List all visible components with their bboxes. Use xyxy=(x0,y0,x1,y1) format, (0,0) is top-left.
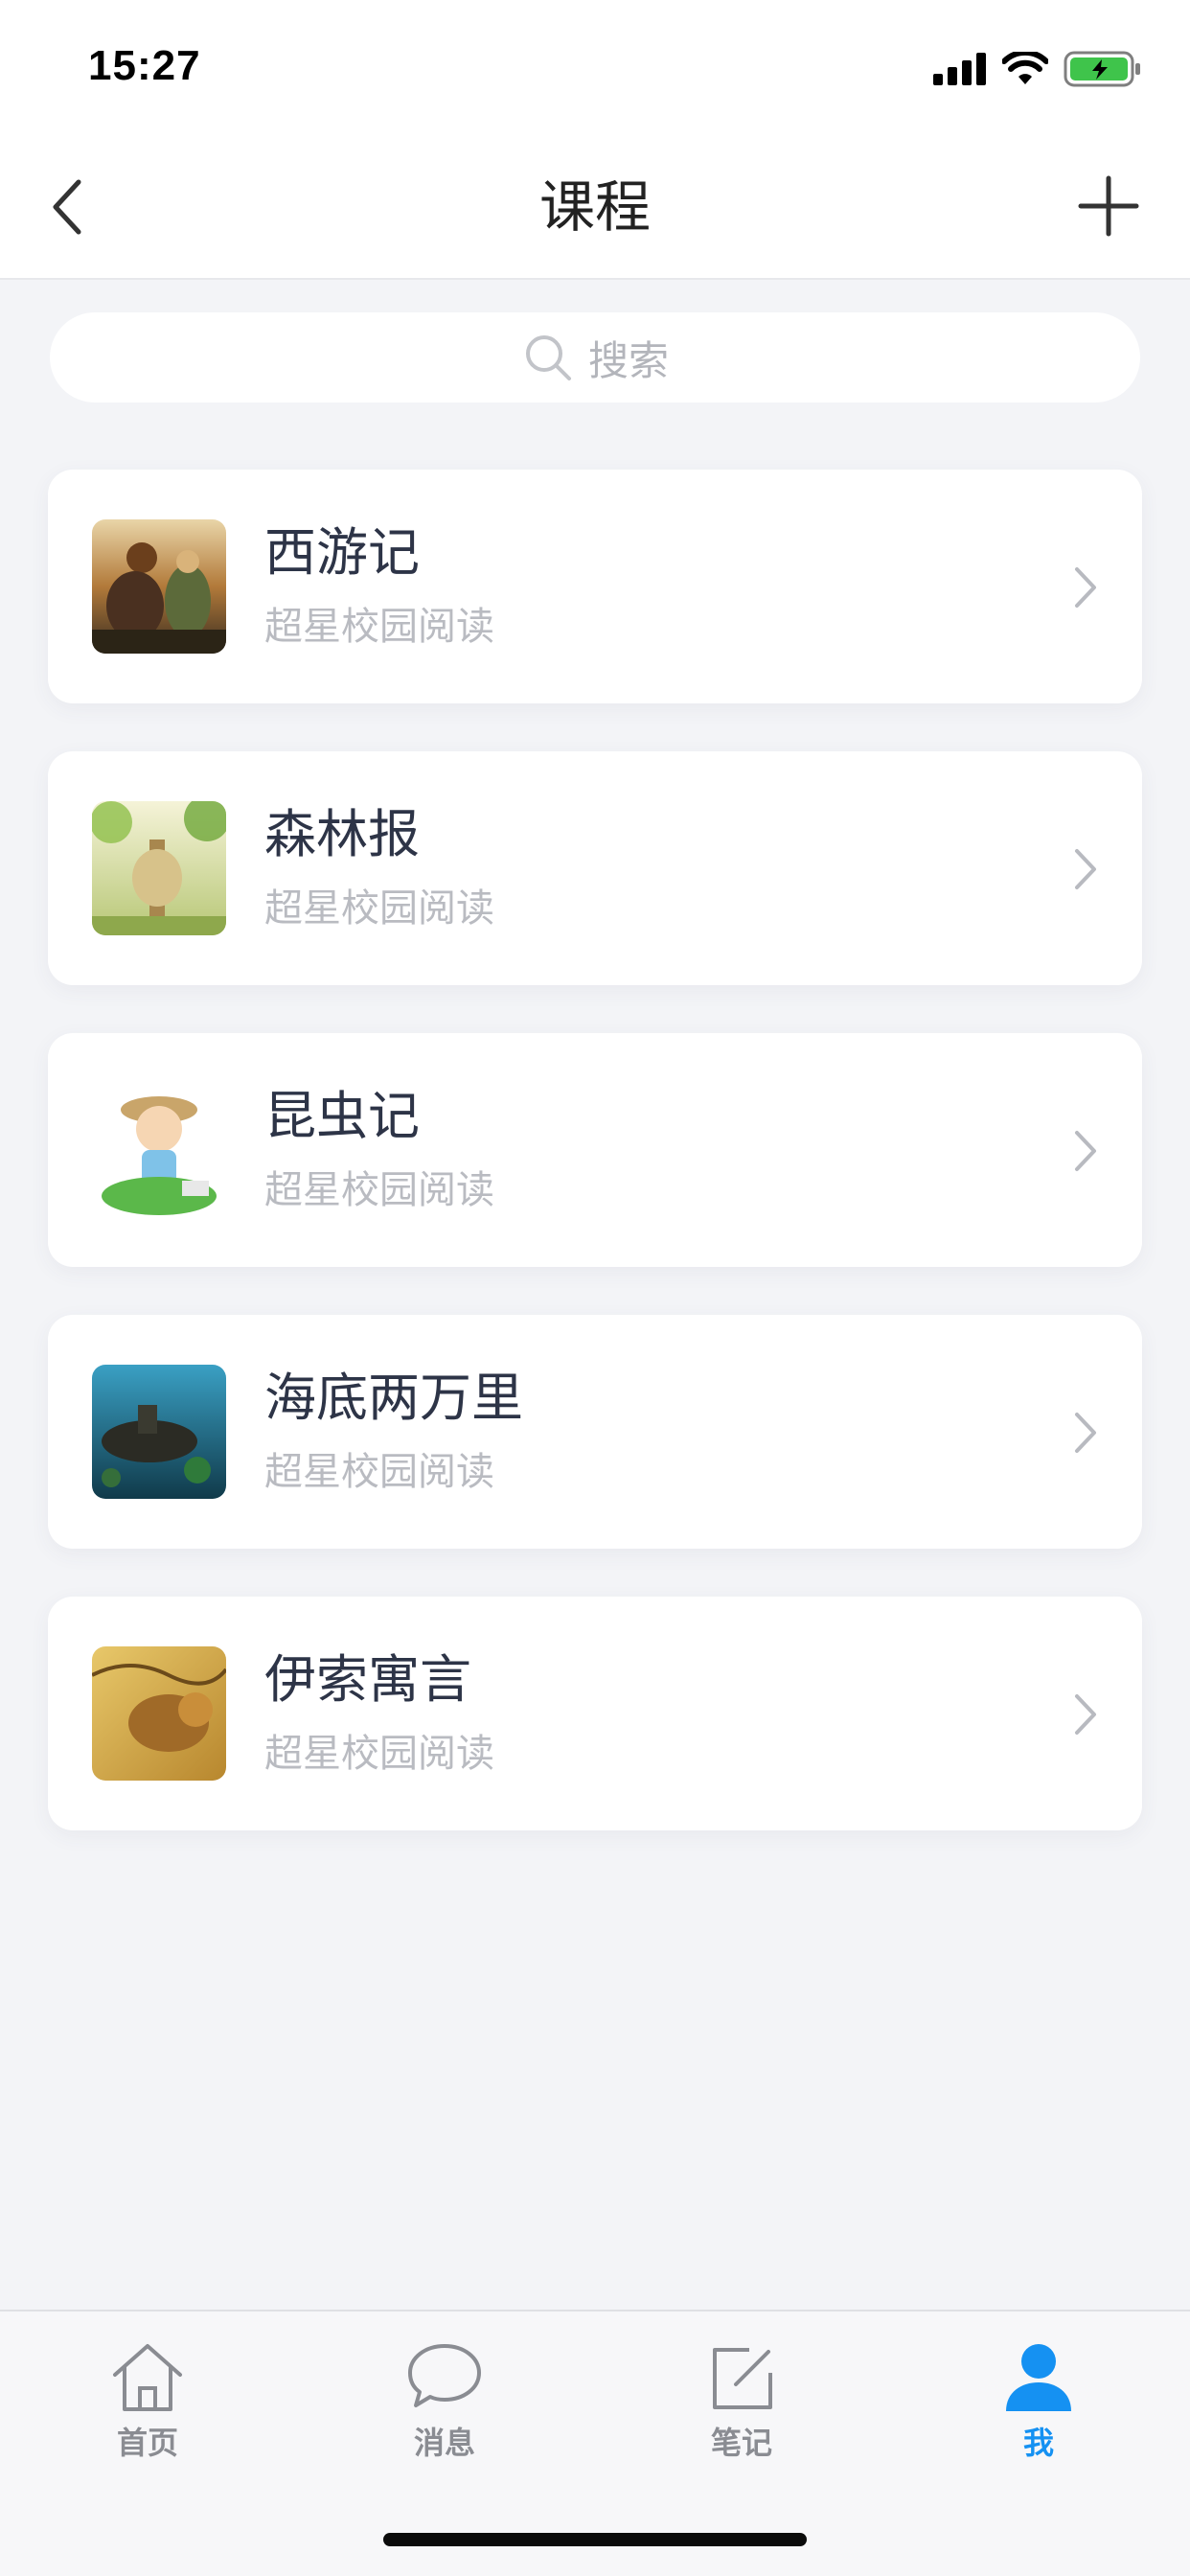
page-title: 课程 xyxy=(538,174,651,240)
chevron-right-icon xyxy=(1075,1131,1096,1171)
course-subtitle: 超星校园阅读 xyxy=(264,886,494,931)
tab-messages[interactable]: 消息 xyxy=(349,2336,540,2463)
course-cover-image xyxy=(92,1365,226,1499)
course-title: 伊索寓言 xyxy=(264,1649,471,1710)
course-item[interactable]: 西游记 超星校园阅读 xyxy=(48,470,1142,703)
chevron-right-icon xyxy=(1075,1413,1096,1453)
chevron-right-icon xyxy=(1075,849,1096,889)
search-bar[interactable]: 搜索 xyxy=(50,312,1140,402)
cellular-signal-icon xyxy=(933,53,986,85)
tab-label: 首页 xyxy=(116,2425,178,2461)
course-subtitle: 超星校园阅读 xyxy=(264,1732,494,1776)
course-subtitle: 超星校园阅读 xyxy=(264,1168,494,1212)
course-title: 昆虫记 xyxy=(264,1086,420,1146)
course-item[interactable]: 伊索寓言 超星校园阅读 xyxy=(48,1597,1142,1830)
course-cover-image xyxy=(92,801,226,935)
status-icons xyxy=(933,50,1142,88)
course-item[interactable]: 森林报 超星校园阅读 xyxy=(48,751,1142,985)
course-title: 西游记 xyxy=(264,522,420,583)
tab-label: 消息 xyxy=(413,2425,475,2461)
course-cover-image xyxy=(92,1083,226,1217)
wifi-icon xyxy=(1002,52,1048,84)
course-title: 海底两万里 xyxy=(264,1368,523,1428)
tab-label: 笔记 xyxy=(710,2425,772,2461)
course-title: 森林报 xyxy=(264,804,420,864)
chevron-right-icon xyxy=(1075,1694,1096,1735)
search-icon xyxy=(525,335,571,380)
course-cover-image xyxy=(92,519,226,654)
tab-profile[interactable]: 我 xyxy=(943,2336,1134,2463)
course-cover-image xyxy=(92,1646,226,1781)
profile-icon xyxy=(1006,2344,1071,2411)
note-icon xyxy=(713,2348,772,2409)
tab-label: 我 xyxy=(1022,2425,1054,2461)
course-item[interactable]: 昆虫记 超星校园阅读 xyxy=(48,1033,1142,1267)
top-bar: 15:27 课程 xyxy=(0,0,1190,280)
tab-home[interactable]: 首页 xyxy=(52,2336,243,2463)
course-subtitle: 超星校园阅读 xyxy=(264,1450,494,1494)
tab-notes[interactable]: 笔记 xyxy=(646,2336,837,2463)
status-time: 15:27 xyxy=(88,42,201,89)
battery-charging-icon xyxy=(1064,51,1140,87)
course-subtitle: 超星校园阅读 xyxy=(264,605,494,649)
home-icon xyxy=(113,2344,182,2411)
search-placeholder: 搜索 xyxy=(587,336,669,384)
chevron-right-icon xyxy=(1075,567,1096,608)
message-icon xyxy=(408,2344,481,2407)
add-icon[interactable] xyxy=(1075,172,1142,240)
home-indicator xyxy=(383,2533,807,2546)
course-item[interactable]: 海底两万里 超星校园阅读 xyxy=(48,1315,1142,1549)
